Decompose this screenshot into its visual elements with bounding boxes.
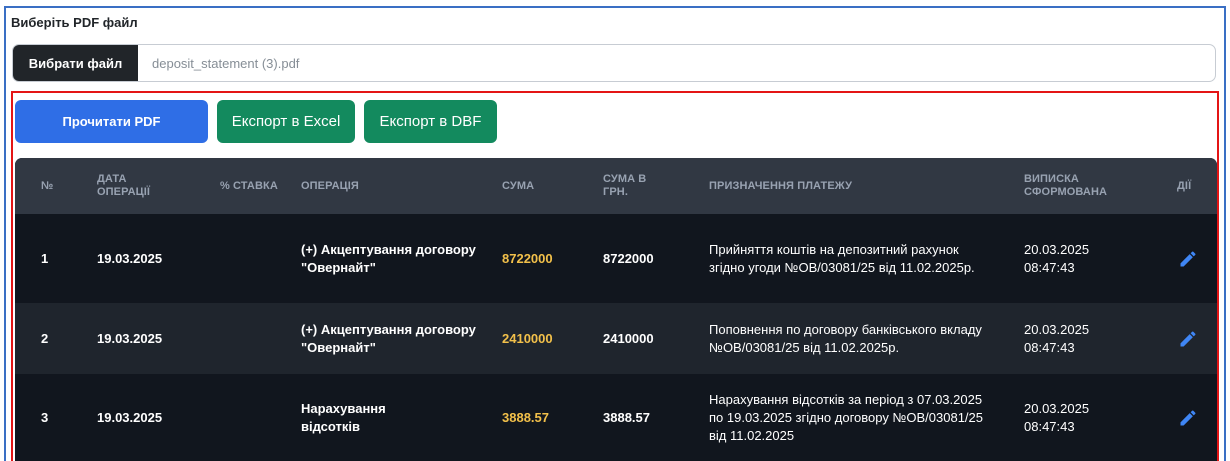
cell-statement: 20.03.2025 08:47:43 — [1024, 400, 1090, 434]
pencil-icon[interactable] — [1178, 329, 1198, 349]
cell-num: 3 — [41, 409, 49, 425]
header-sum: СУМА — [502, 179, 535, 192]
selected-file-name: deposit_statement (3).pdf — [152, 55, 300, 71]
cell-sum: 3888.57 — [502, 409, 549, 425]
cell-statement: 20.03.2025 08:47:43 — [1024, 321, 1090, 355]
operations-table: № ДАТА ОПЕРАЦІЇ % СТАВКА ОПЕРАЦІЯ СУМА С… — [15, 158, 1217, 461]
export-dbf-button[interactable]: Експорт в DBF — [364, 100, 497, 143]
cell-sum: 2410000 — [502, 330, 553, 346]
header-actions: ДІЇ — [1177, 179, 1192, 192]
cell-sum-uah: 8722000 — [603, 250, 654, 266]
cell-sum-uah: 2410000 — [603, 330, 654, 346]
cell-sum-uah: 3888.57 — [603, 409, 650, 425]
cell-purpose: Поповнення по договору банківського вкла… — [709, 321, 982, 355]
header-statement: ВИПИСКА СФОРМОВАНА — [1024, 173, 1108, 198]
cell-num: 2 — [41, 330, 49, 346]
table-header: № ДАТА ОПЕРАЦІЇ % СТАВКА ОПЕРАЦІЯ СУМА С… — [15, 158, 1217, 214]
cell-purpose: Прийняття коштів на депозитний рахунок з… — [709, 241, 975, 275]
cell-operation: Нарахування відсотків — [301, 400, 386, 434]
cell-date: 19.03.2025 — [97, 250, 163, 266]
cell-purpose: Нарахування відсотків за період з 07.03.… — [709, 391, 984, 443]
file-section-label: Виберіть PDF файл — [11, 15, 138, 30]
table-row: 2 19.03.2025 (+) Акцептування договору "… — [15, 303, 1217, 374]
export-excel-button[interactable]: Експорт в Excel — [217, 100, 355, 143]
header-purpose: ПРИЗНАЧЕННЯ ПЛАТЕЖУ — [709, 179, 853, 192]
cell-operation: (+) Акцептування договору "Овернайт" — [301, 241, 476, 275]
header-sum-uah: СУМА В ГРН. — [603, 173, 647, 198]
cell-num: 1 — [41, 250, 49, 266]
cell-sum: 8722000 — [502, 250, 553, 266]
cell-date: 19.03.2025 — [97, 330, 163, 346]
table-row: 1 19.03.2025 (+) Акцептування договору "… — [15, 214, 1217, 303]
file-input[interactable]: Вибрати файл deposit_statement (3).pdf — [12, 44, 1216, 82]
read-pdf-button[interactable]: Прочитати PDF — [15, 100, 208, 143]
choose-file-button[interactable]: Вибрати файл — [13, 45, 138, 81]
pencil-icon[interactable] — [1178, 408, 1198, 428]
header-operation: ОПЕРАЦІЯ — [301, 179, 359, 192]
header-date: ДАТА ОПЕРАЦІЇ — [97, 173, 151, 198]
cell-date: 19.03.2025 — [97, 409, 163, 425]
table-row: 3 19.03.2025 Нарахування відсотків 3888.… — [15, 374, 1217, 461]
pencil-icon[interactable] — [1178, 249, 1198, 269]
header-rate: % СТАВКА — [220, 179, 278, 192]
cell-operation: (+) Акцептування договору "Овернайт" — [301, 321, 476, 355]
header-num: № — [41, 179, 54, 192]
cell-statement: 20.03.2025 08:47:43 — [1024, 241, 1090, 275]
